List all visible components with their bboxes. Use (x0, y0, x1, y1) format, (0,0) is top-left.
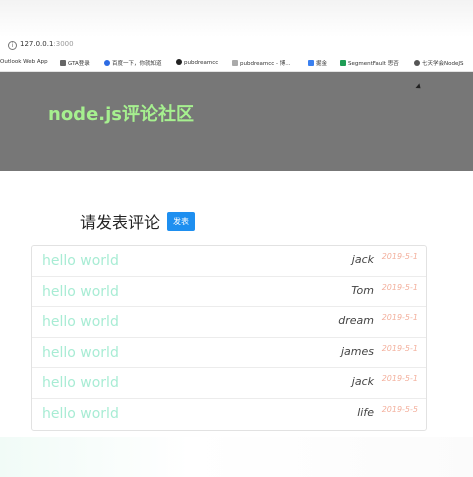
juejin-icon (308, 60, 314, 66)
comment-user: Tom (351, 283, 374, 297)
comment-message: hello world (42, 375, 119, 392)
comment-user: jack (351, 253, 374, 266)
comment-list: hello world jack 2019-5-1 hello world To… (31, 245, 427, 431)
bookmark-blog[interactable]: pubdreamcc - 博... (232, 59, 291, 67)
globe-icon (414, 60, 420, 66)
site-title: node.js评论社区 (48, 104, 194, 125)
comment-user: jack (351, 375, 374, 389)
url-host: 127.0.0.1 (20, 40, 54, 48)
comment-user: james (340, 344, 374, 358)
bookmarks-bar: Outlook Web App GTA登录 百度一下，你就知道 pubdream… (0, 56, 473, 72)
comment-row: hello world jack 2019-5-1 (32, 246, 426, 277)
comment-message: hello world (42, 253, 119, 269)
page-bottom (0, 437, 473, 477)
comment-message: hello world (42, 405, 119, 422)
baidu-icon (104, 60, 110, 66)
info-icon[interactable]: i (8, 41, 17, 50)
header-jumbotron: node.js评论社区 (0, 72, 473, 171)
comment-user: life (357, 405, 374, 419)
comment-row: hello world james 2019-5-1 (32, 338, 426, 369)
mouse-cursor-icon (415, 83, 423, 91)
comment-row: hello world Tom 2019-5-1 (32, 277, 426, 308)
bookmark-github[interactable]: pubdreamcc (176, 59, 218, 66)
browser-top-chrome (0, 0, 473, 37)
comment-message: hello world (42, 283, 119, 300)
bookmark-gta[interactable]: GTA登录 (60, 59, 90, 67)
comment-row: hello world dream 2019-5-1 (32, 307, 426, 338)
bookmark-nodejs[interactable]: 七天学会NodeJS (414, 59, 463, 67)
address-bar[interactable]: i 127.0.0.1:3000 (0, 37, 473, 56)
url-text[interactable]: 127.0.0.1:3000 (20, 40, 74, 48)
bookmark-segmentfault[interactable]: SegmentFault 思否 (340, 59, 399, 67)
github-icon (176, 59, 182, 65)
bookmark-baidu[interactable]: 百度一下，你就知道 (104, 59, 162, 67)
comment-message: hello world (42, 344, 119, 361)
comment-date: 2019-5-1 (381, 282, 418, 292)
comment-heading: 请发表评论 (80, 213, 161, 232)
comment-message: hello world (42, 314, 119, 331)
comment-row: hello world jack 2019-5-1 (32, 368, 426, 399)
comment-date: 2019-5-1 (381, 313, 418, 323)
gta-icon (60, 60, 66, 66)
comment-date: 2019-5-1 (381, 252, 418, 261)
segmentfault-icon (340, 60, 346, 66)
publish-button[interactable]: 发表 (167, 212, 195, 231)
blog-icon (232, 60, 238, 66)
comment-date: 2019-5-1 (381, 343, 418, 353)
url-port: :3000 (53, 40, 74, 48)
comment-row: hello world life 2019-5-5 (32, 399, 426, 430)
comment-user: dream (338, 314, 374, 328)
comment-date: 2019-5-1 (381, 374, 418, 384)
bookmark-juejin[interactable]: 掘金 (308, 59, 327, 67)
comment-date: 2019-5-5 (381, 404, 418, 414)
bookmark-outlook[interactable]: Outlook Web App (0, 59, 48, 65)
